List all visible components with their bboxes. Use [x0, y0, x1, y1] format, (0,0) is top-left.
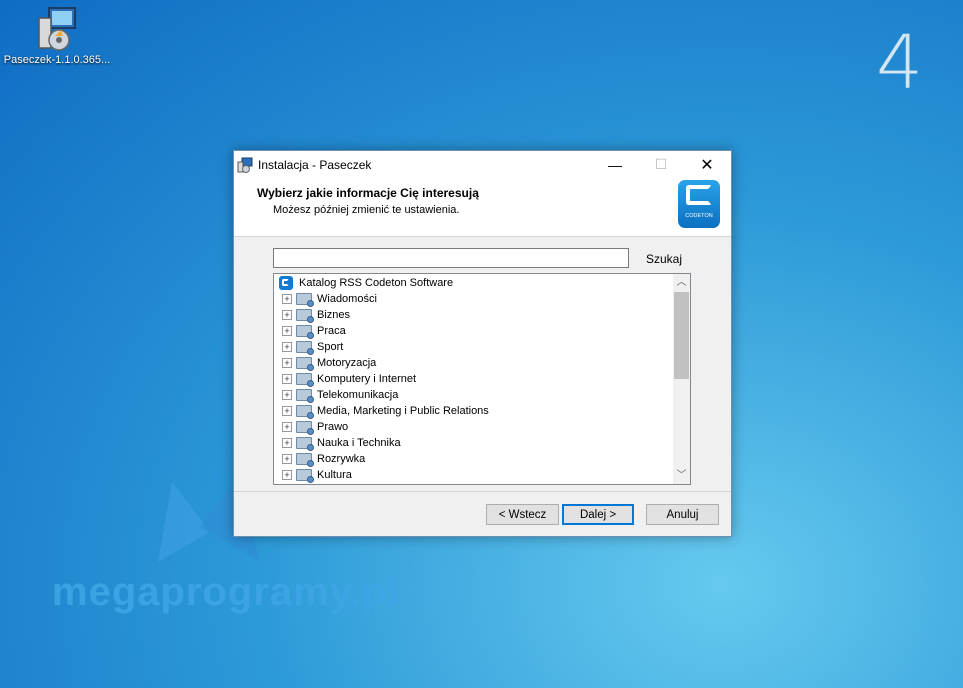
- installer-app-icon: [237, 157, 253, 173]
- tree-item[interactable]: + Media, Marketing i Public Relations: [274, 403, 489, 419]
- expand-icon[interactable]: +: [282, 406, 292, 416]
- next-button[interactable]: Dalej >: [562, 504, 634, 525]
- tree-item-label: Biznes: [317, 309, 351, 321]
- tree-item-label: Motoryzacja: [317, 357, 377, 369]
- tree-item-label: Telekomunikacja: [317, 389, 399, 401]
- installer-icon: [35, 6, 79, 52]
- expand-icon[interactable]: +: [282, 390, 292, 400]
- rss-folder-icon: [296, 453, 314, 467]
- page-subtitle: Możesz później zmienić te ustawienia.: [273, 204, 460, 216]
- installer-window: Instalacja - Paseczek — ☐ ✕ Wybierz jaki…: [233, 150, 732, 537]
- tree-item[interactable]: + Praca: [274, 323, 346, 339]
- tree-root[interactable]: Katalog RSS Codeton Software: [274, 275, 453, 291]
- window-title: Instalacja - Paseczek: [258, 157, 372, 172]
- wizard-header: Wybierz jakie informacje Cię interesują …: [234, 178, 731, 237]
- tree-item-label: Komputery i Internet: [317, 373, 417, 385]
- expand-icon[interactable]: +: [282, 294, 292, 304]
- scroll-down-icon[interactable]: ﹀: [673, 467, 690, 484]
- expand-icon[interactable]: +: [282, 470, 292, 480]
- tree-item-label: Media, Marketing i Public Relations: [317, 405, 489, 417]
- expand-icon[interactable]: +: [282, 342, 292, 352]
- rss-folder-icon: [296, 309, 314, 323]
- step-number: 4: [876, 20, 924, 106]
- tree-scrollbar[interactable]: ︿ ﹀: [673, 274, 690, 484]
- tree-item[interactable]: + Prawo: [274, 419, 348, 435]
- search-input[interactable]: [273, 248, 629, 268]
- expand-icon[interactable]: +: [282, 422, 292, 432]
- expand-icon[interactable]: +: [282, 454, 292, 464]
- rss-folder-icon: [296, 293, 314, 307]
- brand-text: CODETON: [685, 213, 713, 219]
- codeton-logo: CODETON: [678, 180, 720, 228]
- tree-item[interactable]: + Wiadomości: [274, 291, 377, 307]
- tree-item-label: Nauka i Technika: [317, 437, 401, 449]
- expand-icon[interactable]: +: [282, 374, 292, 384]
- minimize-button[interactable]: —: [592, 151, 638, 178]
- tree-item[interactable]: + Kultura: [274, 467, 352, 483]
- tree-item-label: Wiadomości: [317, 293, 377, 305]
- desktop-icon-label: Paseczek-1.1.0.365...: [3, 54, 111, 66]
- rss-folder-icon: [296, 341, 314, 355]
- tree-item[interactable]: + Motoryzacja: [274, 355, 376, 371]
- rss-folder-icon: [296, 325, 314, 339]
- cancel-button[interactable]: Anuluj: [646, 504, 719, 525]
- search-label[interactable]: Szukaj: [646, 252, 682, 266]
- desktop-installer-icon[interactable]: Paseczek-1.1.0.365...: [2, 6, 112, 66]
- rss-folder-icon: [296, 405, 314, 419]
- tree-item-label: Kultura: [317, 469, 352, 481]
- rss-folder-icon: [296, 469, 314, 483]
- tree-item-label: Praca: [317, 325, 346, 337]
- footer-divider: [234, 491, 731, 492]
- rss-catalog-tree[interactable]: Katalog RSS Codeton Software + Wiadomości…: [273, 273, 691, 485]
- tree-item[interactable]: + Rozrywka: [274, 451, 365, 467]
- tree-root-label: Katalog RSS Codeton Software: [299, 277, 454, 289]
- tree-item-label: Sport: [317, 341, 344, 353]
- back-button[interactable]: < Wstecz: [486, 504, 559, 525]
- rss-folder-icon: [296, 357, 314, 371]
- close-button[interactable]: ✕: [684, 151, 730, 178]
- tree-item[interactable]: + Biznes: [274, 307, 350, 323]
- expand-icon[interactable]: +: [282, 438, 292, 448]
- rss-folder-icon: [296, 437, 314, 451]
- scroll-thumb[interactable]: [674, 292, 689, 379]
- expand-icon[interactable]: +: [282, 326, 292, 336]
- rss-folder-icon: [296, 389, 314, 403]
- watermark-text: megaprogramy.pl: [52, 570, 400, 614]
- tree-item-label: Prawo: [317, 421, 349, 433]
- tree-item[interactable]: + Komputery i Internet: [274, 371, 416, 387]
- expand-icon[interactable]: +: [282, 310, 292, 320]
- tree-item[interactable]: + Sport: [274, 339, 343, 355]
- tree-item[interactable]: + Nauka i Technika: [274, 435, 401, 451]
- expand-icon[interactable]: +: [282, 358, 292, 368]
- tree-item[interactable]: + Telekomunikacja: [274, 387, 398, 403]
- page-title: Wybierz jakie informacje Cię interesują: [257, 186, 479, 200]
- scroll-up-icon[interactable]: ︿: [673, 274, 690, 291]
- rss-folder-icon: [296, 421, 314, 435]
- tree-item-label: Rozrywka: [317, 453, 366, 465]
- maximize-button[interactable]: ☐: [638, 151, 684, 178]
- codeton-icon: [279, 276, 293, 290]
- title-bar[interactable]: Instalacja - Paseczek — ☐ ✕: [234, 151, 731, 178]
- rss-folder-icon: [296, 373, 314, 387]
